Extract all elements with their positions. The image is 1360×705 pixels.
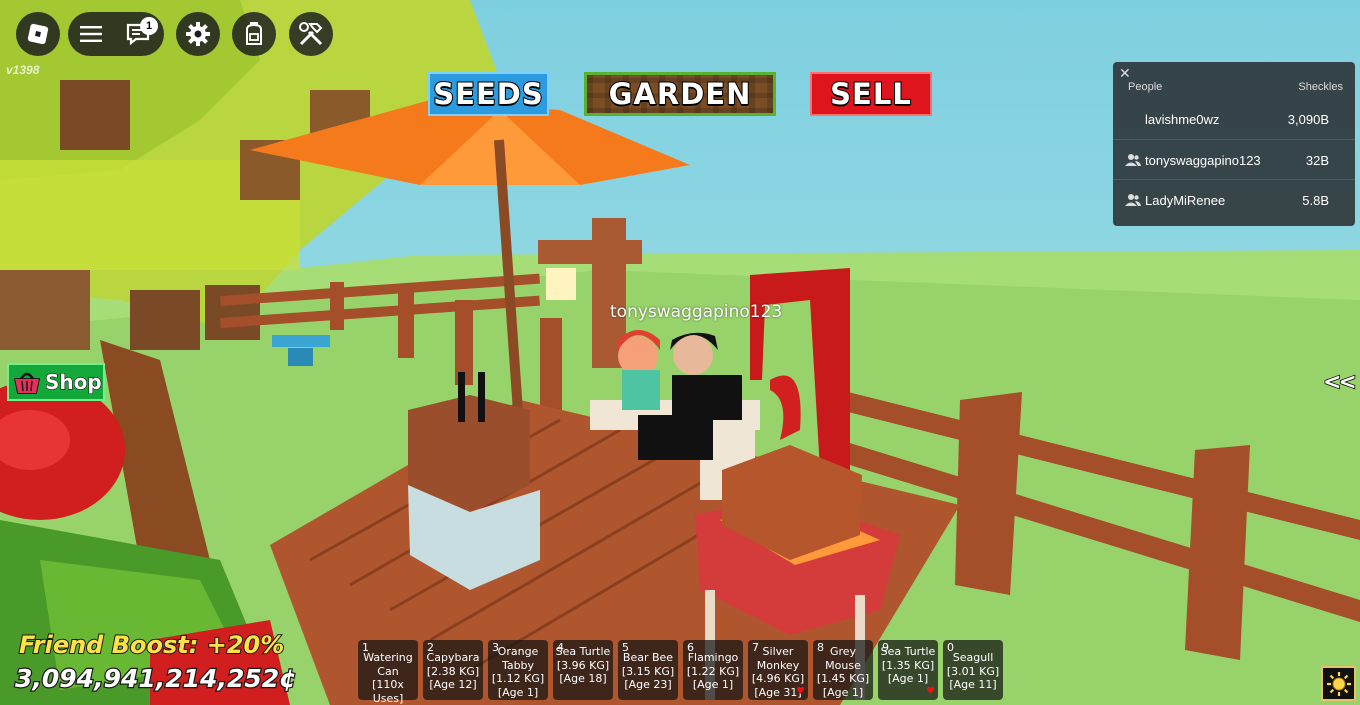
hotbar-slot-3[interactable]: 3 Orange Tabby [1.12 KG] [Age 1] (488, 640, 548, 700)
hotbar-slot-0[interactable]: 0 Seagull [3.01 KG] [Age 11] (943, 640, 1003, 700)
notification-badge: 1 (140, 17, 158, 35)
player-name: lavishme0wz (1145, 111, 1220, 127)
settings-button[interactable] (176, 12, 220, 56)
slot-number: 8 (817, 641, 824, 654)
slot-number: 6 (687, 641, 694, 654)
version-label: v1398 (6, 63, 40, 77)
shop-label: Shop (45, 370, 103, 395)
favorite-heart-icon: ♥ (796, 685, 805, 697)
hotbar-slot-2[interactable]: 2 Capybara [2.38 KG] [Age 12] (423, 640, 483, 700)
backpack-button[interactable] (232, 12, 276, 56)
slot-number: 2 (427, 641, 434, 654)
hammer-wrench-icon (299, 22, 323, 46)
leaderboard-row[interactable]: tonyswaggapino123 32B (1113, 139, 1355, 180)
seeds-button[interactable]: SEEDS (428, 72, 549, 116)
friend-boost-label: Friend Boost: +20% (18, 630, 285, 660)
roblox-menu-button[interactable] (16, 12, 60, 56)
shop-button[interactable]: Shop (7, 363, 105, 401)
slot-number: 7 (752, 641, 759, 654)
garden-button[interactable]: GARDEN (584, 72, 776, 116)
player-name: LadyMiRenee (1145, 192, 1226, 208)
friend-icon (1125, 194, 1141, 206)
hotbar-slot-5[interactable]: 5 Bear Bee [3.15 KG] [Age 23] (618, 640, 678, 700)
slot-number: 3 (492, 641, 499, 654)
hotbar-slot-4[interactable]: 4 Sea Turtle [3.96 KG] [Age 18] (553, 640, 613, 700)
slot-number: 1 (362, 641, 369, 654)
favorite-heart-icon: ♥ (926, 685, 935, 697)
sell-button[interactable]: SELL (810, 72, 932, 116)
hotbar-slot-9[interactable]: 9 Sea Turtle [1.35 KG] [Age 1] ♥ (878, 640, 938, 700)
player-sheckles: 3,090B (1287, 111, 1329, 127)
gear-icon (186, 22, 210, 46)
player-nametag: tonyswaggapino123 (610, 302, 783, 322)
leaderboard-header-currency: Sheckles (1298, 81, 1343, 93)
weather-button[interactable] (1321, 666, 1356, 701)
player-sheckles: 32B (1305, 152, 1329, 168)
slot-number: 5 (622, 641, 629, 654)
leaderboard-row[interactable]: LadyMiRenee 5.8B (1113, 179, 1355, 220)
tools-button[interactable] (289, 12, 333, 56)
basket-icon (13, 372, 41, 394)
player-sheckles: 5.8B (1302, 192, 1329, 208)
hamburger-menu-button[interactable] (80, 25, 102, 43)
hotbar-slot-8[interactable]: 8 Grey Mouse [1.45 KG] [Age 1] (813, 640, 873, 700)
hamburger-icon (80, 26, 102, 42)
player-name: tonyswaggapino123 (1145, 152, 1261, 168)
leaderboard-close-button[interactable]: ✕ (1119, 65, 1131, 82)
hotbar-slot-6[interactable]: 6 Flamingo [1.22 KG] [Age 1] (683, 640, 743, 700)
chat-button[interactable]: 1 (126, 17, 158, 46)
leaderboard-row[interactable]: lavishme0wz 3,090B (1113, 99, 1355, 139)
money-counter: 3,094,941,214,252¢ (14, 663, 298, 695)
sun-icon (1326, 671, 1351, 696)
slot-number: 0 (947, 641, 954, 654)
leaderboard-panel: ✕ People Sheckles lavishme0wz 3,090B ton… (1113, 62, 1355, 226)
collapse-side-panel-button[interactable]: << (1322, 369, 1357, 396)
backpack-icon (246, 22, 262, 45)
slot-number: 4 (557, 641, 564, 654)
menu-chat-group: 1 (68, 12, 164, 56)
leaderboard-header-people: People (1128, 81, 1163, 93)
hotbar-slot-7[interactable]: 7 Silver Monkey [4.96 KG] [Age 31] ♥ (748, 640, 808, 700)
friend-icon (1125, 154, 1141, 166)
roblox-logo-icon (27, 23, 49, 45)
slot-number: 9 (882, 641, 889, 654)
hotbar-slot-1[interactable]: 1 Watering Can [110x Uses] (358, 640, 418, 705)
